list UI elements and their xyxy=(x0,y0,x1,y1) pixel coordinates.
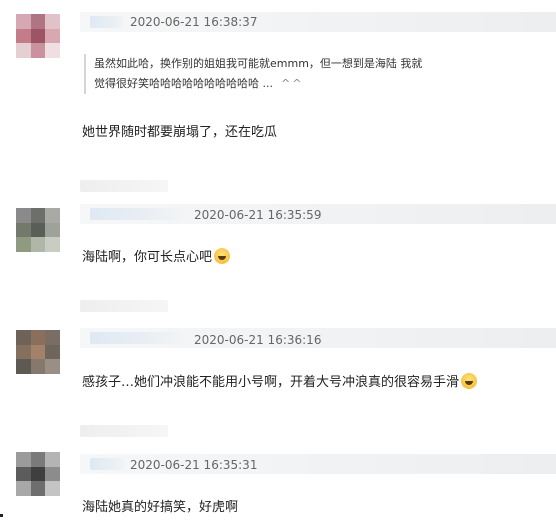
comment-text: 海陆啊，你可长点心吧 xyxy=(82,246,231,265)
username[interactable] xyxy=(90,458,124,470)
username[interactable] xyxy=(90,332,182,344)
comment-text: 海陆她真的好搞笑，好虎啊 xyxy=(82,500,239,515)
quote-line-2: 觉得很好笑哈哈哈哈哈哈哈哈哈哈 ... ^^ xyxy=(94,74,454,94)
avatar[interactable] xyxy=(16,330,60,374)
comment-text: 感孩子…她们冲浪能不能用小号啊，开着大号冲浪真的很容易手滑 xyxy=(82,371,478,390)
reply-bar xyxy=(80,300,168,312)
comment-text: 她世界随时都要崩塌了，还在吃瓜 xyxy=(82,125,278,140)
timestamp: 2020-06-21 16:35:59 xyxy=(194,208,322,222)
avatar[interactable] xyxy=(16,14,60,58)
username[interactable] xyxy=(90,16,124,28)
avatar[interactable] xyxy=(16,208,60,252)
reply-bar xyxy=(80,425,168,437)
grinning-face-emoji-icon xyxy=(461,373,478,389)
edge-marker xyxy=(0,514,3,517)
reply-bar xyxy=(80,180,168,192)
comment-text-content: 感孩子…她们冲浪能不能用小号啊，开着大号冲浪真的很容易手滑 xyxy=(82,375,460,390)
quote-line-2-text: 觉得很好笑哈哈哈哈哈哈哈哈哈哈 ... xyxy=(94,77,273,90)
quote-line-1: 虽然如此哈，换作别的姐姐我可能就emmm，但一想到是海陆 我就 xyxy=(94,57,423,70)
quoted-reply: 虽然如此哈，换作别的姐姐我可能就emmm，但一想到是海陆 我就 觉得很好笑哈哈哈… xyxy=(84,54,454,94)
grinning-face-emoji-icon xyxy=(214,248,231,264)
username[interactable] xyxy=(90,208,182,220)
timestamp: 2020-06-21 16:35:31 xyxy=(130,458,258,472)
expand-toggle-icon[interactable]: ^^ xyxy=(281,77,303,90)
comment-text-content: 海陆啊，你可长点心吧 xyxy=(82,250,213,265)
timestamp: 2020-06-21 16:36:16 xyxy=(194,333,322,347)
avatar[interactable] xyxy=(16,452,60,496)
timestamp: 2020-06-21 16:38:37 xyxy=(130,15,258,29)
